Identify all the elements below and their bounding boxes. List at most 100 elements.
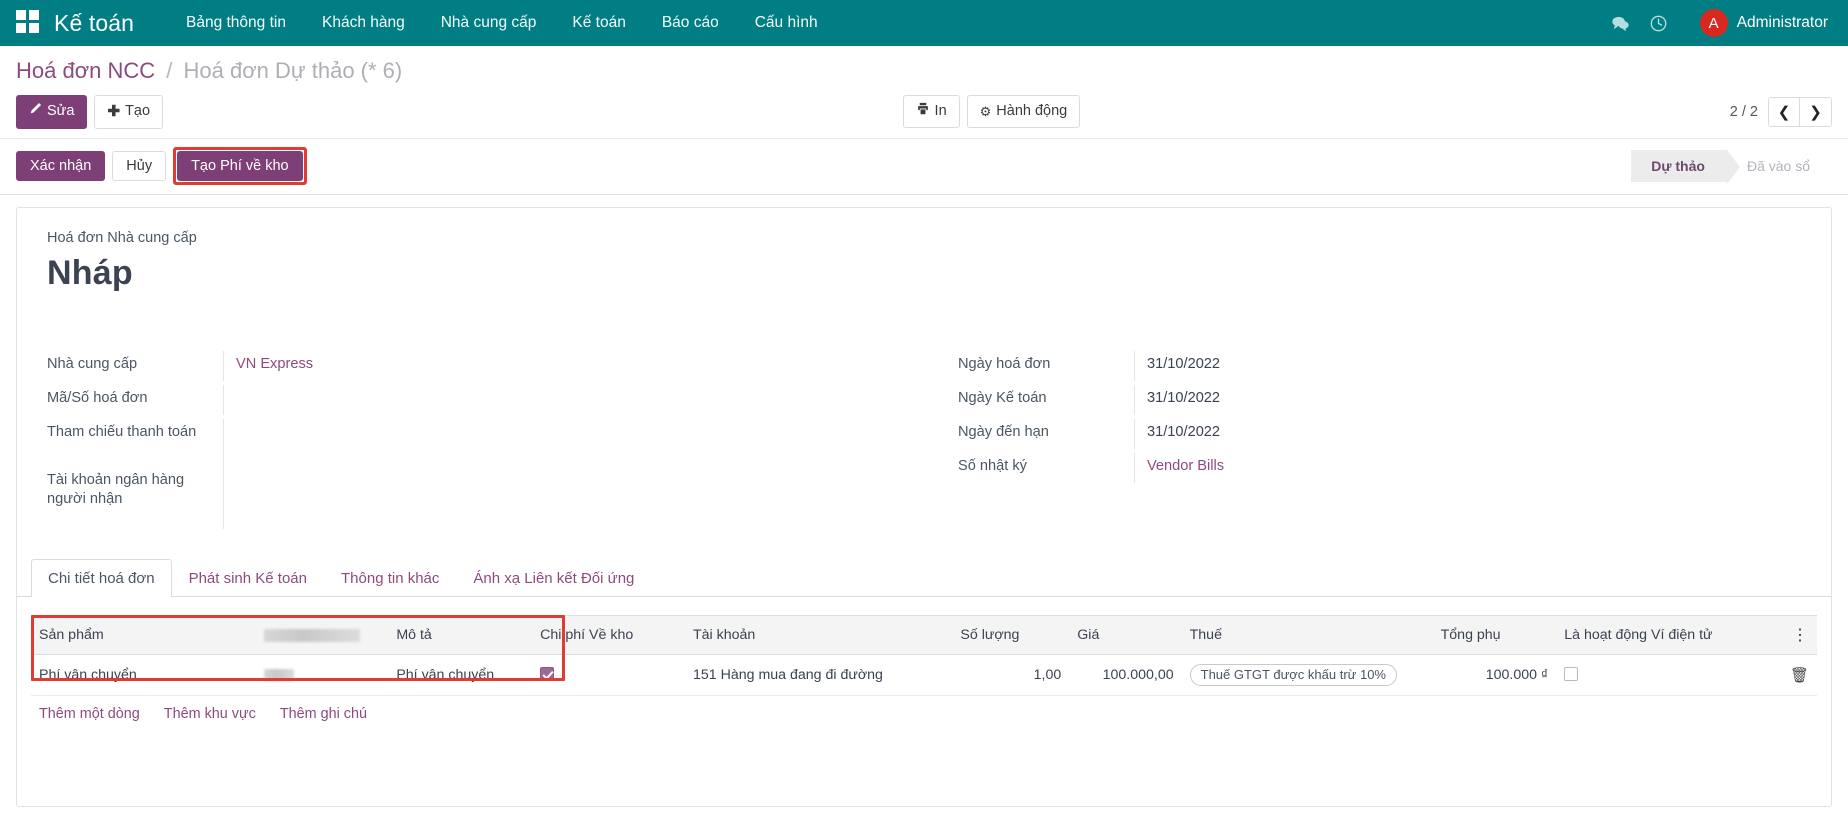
create-landed-cost-button[interactable]: Tạo Phí về kho — [177, 151, 303, 181]
col-description[interactable]: Mô tả — [388, 615, 532, 654]
status-bar-actions: Xác nhận Hủy Tạo Phí về kho — [16, 147, 307, 185]
add-line-links: Thêm một dòng Thêm khu vực Thêm ghi chú — [31, 696, 1817, 730]
gear-icon: ⚙ — [980, 103, 992, 121]
create-button[interactable]: ✚ Tạo — [94, 95, 163, 129]
cell-delete[interactable]: 🗑 — [1776, 654, 1817, 695]
cell-account[interactable]: 151 Hàng mua đang đi đường — [685, 654, 952, 695]
cell-price[interactable]: 100.000,00 — [1069, 654, 1181, 695]
record-actions-left: Sửa ✚ Tạo — [16, 95, 163, 129]
landed-cost-checkbox[interactable] — [540, 667, 554, 681]
field-invoice-date-label: Ngày hoá đơn — [958, 351, 1134, 379]
cell-quantity[interactable]: 1,00 — [952, 654, 1069, 695]
cell-landed-cost[interactable] — [532, 654, 685, 695]
vertical-dots-icon[interactable]: ⋮ — [1792, 627, 1809, 644]
pager: 2 / 2 ❮ ❯ — [1730, 97, 1832, 127]
table-row[interactable]: Phí vận chuyển Phí vận chuyển 151 Hàng m… — [31, 654, 1817, 695]
col-taxes[interactable]: Thuế — [1182, 615, 1433, 654]
tab-other-info[interactable]: Thông tin khác — [324, 559, 456, 597]
menu-item-dashboard[interactable]: Bảng thông tin — [168, 2, 304, 44]
chat-bubbles-icon[interactable] — [1604, 6, 1638, 40]
field-vendor-value[interactable]: VN Express — [223, 351, 924, 381]
user-menu[interactable]: A Administrator — [1690, 5, 1834, 41]
col-is-ewallet[interactable]: Là hoạt động Ví điện tử — [1556, 615, 1776, 654]
field-journal-value[interactable]: Vendor Bills — [1134, 453, 1801, 483]
add-note-link[interactable]: Thêm ghi chú — [280, 706, 367, 722]
cell-description[interactable]: Phí vận chuyển — [388, 654, 532, 695]
form-sheet: Hoá đơn Nhà cung cấp Nháp Nhà cung cấp V… — [16, 207, 1832, 807]
field-bill-reference-value[interactable] — [223, 385, 924, 415]
form-fields: Nhà cung cấp VN Express Mã/Số hoá đơn Th… — [47, 351, 1801, 529]
breadcrumb-separator: / — [166, 58, 172, 83]
app-brand-title[interactable]: Kế toán — [54, 10, 134, 37]
confirm-button[interactable]: Xác nhận — [16, 151, 105, 181]
cell-redacted[interactable] — [256, 654, 389, 695]
status-stage-draft[interactable]: Dự thảo — [1631, 150, 1727, 182]
cancel-button[interactable]: Hủy — [112, 151, 166, 181]
apps-grid-icon[interactable] — [16, 10, 42, 36]
field-payment-reference: Tham chiếu thanh toán — [47, 419, 924, 467]
control-panel-buttons: Sửa ✚ Tạo In ⚙ Hành động 2 / 2 ❮ — [16, 95, 1832, 129]
col-redacted[interactable] — [256, 615, 389, 654]
col-landed-cost[interactable]: Chi phí Về kho — [532, 615, 685, 654]
col-quantity[interactable]: Số lượng — [952, 615, 1069, 654]
trash-icon[interactable]: 🗑 — [1790, 667, 1809, 684]
col-optional-toggle[interactable]: ⋮ — [1776, 615, 1817, 654]
is-ewallet-checkbox[interactable] — [1564, 667, 1578, 681]
page-title: Nháp — [47, 254, 1801, 293]
field-accounting-date-value[interactable]: 31/10/2022 — [1134, 385, 1801, 415]
tab-reconciliation-mapping[interactable]: Ánh xạ Liên kết Đối ứng — [456, 559, 651, 597]
menu-item-reporting[interactable]: Báo cáo — [644, 2, 737, 44]
cell-taxes[interactable]: Thuế GTGT được khấu trừ 10% — [1182, 654, 1433, 695]
chevron-left-icon[interactable]: ❮ — [1768, 97, 1800, 127]
col-product[interactable]: Sản phẩm — [31, 615, 256, 654]
create-landed-cost-highlight: Tạo Phí về kho — [173, 147, 307, 185]
clock-icon[interactable] — [1642, 6, 1676, 40]
field-due-date-value[interactable]: 31/10/2022 — [1134, 419, 1801, 449]
menu-item-customers[interactable]: Khách hàng — [304, 2, 423, 44]
add-line-link[interactable]: Thêm một dòng — [39, 706, 140, 722]
action-button-label: Hành động — [996, 102, 1067, 122]
field-invoice-date: Ngày hoá đơn 31/10/2022 — [958, 351, 1801, 385]
field-invoice-date-value[interactable]: 31/10/2022 — [1134, 351, 1801, 381]
control-panel: Hoá đơn NCC / Hoá đơn Dự thảo (* 6) Sửa … — [0, 46, 1848, 139]
print-button[interactable]: In — [903, 95, 960, 129]
field-accounting-date: Ngày Kế toán 31/10/2022 — [958, 385, 1801, 419]
table-header-row: Sản phẩm Mô tả Chi phí Về kho Tài khoản … — [31, 615, 1817, 654]
user-name-label: Administrator — [1737, 14, 1828, 32]
status-bar: Xác nhận Hủy Tạo Phí về kho Dự thảo Đã v… — [0, 139, 1848, 195]
menu-item-configuration[interactable]: Cấu hình — [737, 2, 836, 44]
field-vendor: Nhà cung cấp VN Express — [47, 351, 924, 385]
pager-buttons: ❮ ❯ — [1768, 97, 1832, 127]
menu-item-vendors[interactable]: Nhà cung cấp — [423, 2, 555, 44]
field-payment-reference-value[interactable] — [223, 419, 924, 467]
col-account[interactable]: Tài khoản — [685, 615, 952, 654]
cell-product[interactable]: Phí vận chuyển — [31, 654, 256, 695]
plus-icon: ✚ — [107, 102, 120, 122]
edit-button-label: Sửa — [47, 102, 74, 122]
redacted-column-label — [264, 629, 360, 642]
breadcrumb-current: Hoá đơn Dự thảo (* 6) — [184, 58, 403, 83]
tax-badge: Thuế GTGT được khấu trừ 10% — [1190, 664, 1397, 686]
tab-journal-items[interactable]: Phát sinh Kế toán — [172, 559, 324, 597]
field-payment-reference-label: Tham chiếu thanh toán — [47, 419, 223, 447]
cell-is-ewallet[interactable] — [1556, 654, 1776, 695]
edit-button[interactable]: Sửa — [16, 95, 87, 129]
add-section-link[interactable]: Thêm khu vực — [164, 706, 256, 722]
col-subtotal[interactable]: Tổng phụ — [1433, 615, 1557, 654]
breadcrumb-root[interactable]: Hoá đơn NCC — [16, 58, 155, 83]
pencil-icon — [29, 102, 42, 122]
field-recipient-bank-account-value[interactable] — [223, 467, 924, 529]
field-recipient-bank-account: Tài khoản ngân hàng người nhận — [47, 467, 924, 529]
field-bill-reference-label: Mã/Số hoá đơn — [47, 385, 223, 413]
breadcrumb: Hoá đơn NCC / Hoá đơn Dự thảo (* 6) — [16, 57, 1832, 85]
status-stage-posted[interactable]: Đã vào sổ — [1727, 150, 1832, 182]
chevron-right-icon[interactable]: ❯ — [1800, 97, 1832, 127]
record-actions-center: In ⚙ Hành động — [813, 95, 1081, 129]
field-journal-label: Số nhật ký — [958, 453, 1134, 481]
field-accounting-date-label: Ngày Kế toán — [958, 385, 1134, 413]
invoice-lines-table: Sản phẩm Mô tả Chi phí Về kho Tài khoản … — [31, 615, 1817, 696]
menu-item-accounting[interactable]: Kế toán — [554, 2, 643, 44]
action-button[interactable]: ⚙ Hành động — [967, 95, 1081, 129]
tab-invoice-lines[interactable]: Chi tiết hoá đơn — [31, 559, 172, 597]
col-price[interactable]: Giá — [1069, 615, 1181, 654]
